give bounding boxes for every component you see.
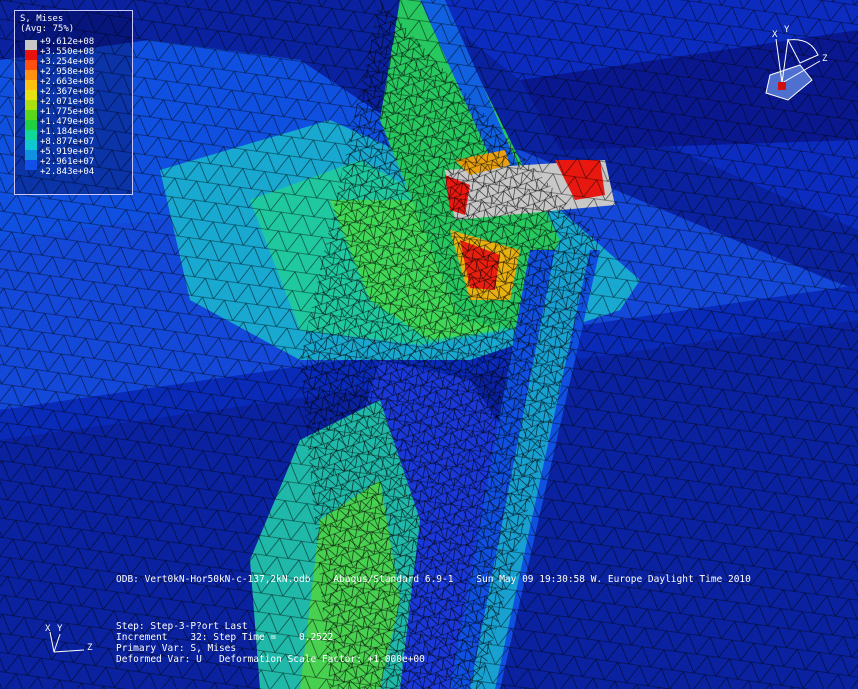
legend-value: +2.961e+07 bbox=[40, 157, 95, 167]
legend-value: +9.612e+08 bbox=[40, 37, 95, 47]
triad-z-label: Z bbox=[87, 643, 93, 653]
legend-swatch bbox=[25, 70, 37, 80]
legend-value: +2.843e+04 bbox=[40, 167, 95, 177]
legend-swatch bbox=[25, 60, 37, 70]
view-y-label: Y bbox=[784, 25, 790, 35]
primary-var-line: Primary Var: S, Mises bbox=[116, 643, 237, 654]
legend-swatch bbox=[25, 50, 37, 60]
deformed-var-line: Deformed Var: U Deformation Scale Factor… bbox=[116, 654, 425, 665]
legend-value: +2.367e+08 bbox=[40, 87, 95, 97]
view-x-label: X bbox=[772, 30, 778, 40]
legend-value: +3.254e+08 bbox=[40, 57, 95, 67]
axis-triad-icon: X Y Z bbox=[40, 622, 100, 662]
legend-swatch bbox=[25, 130, 37, 140]
contour-legend: S, Mises (Avg: 75%) +9.612e+08 +3.550e+08… bbox=[14, 10, 133, 195]
legend-swatch bbox=[25, 150, 37, 160]
legend-swatch bbox=[25, 100, 37, 110]
legend-swatch bbox=[25, 110, 37, 120]
odb-info-line: ODB: Vert0kN-Hor50kN-c-137,2kN.odb Abaqu… bbox=[116, 574, 751, 585]
triad-y-label: Y bbox=[57, 624, 63, 634]
legend-value: +2.663e+08 bbox=[40, 77, 95, 87]
legend-value: +2.958e+08 bbox=[40, 67, 95, 77]
view-orientation-icon: X Y Z bbox=[760, 25, 830, 105]
legend-subtitle: (Avg: 75%) bbox=[20, 24, 75, 34]
legend-swatch bbox=[25, 40, 37, 50]
legend-value: +3.550e+08 bbox=[40, 47, 95, 57]
view-z-label: Z bbox=[822, 54, 828, 64]
step-line: Step: Step-3-P?ort Last bbox=[116, 621, 248, 632]
legend-value: +1.184e+08 bbox=[40, 127, 95, 137]
legend-swatch bbox=[25, 80, 37, 90]
legend-value: +8.877e+07 bbox=[40, 137, 95, 147]
legend-value: +1.775e+08 bbox=[40, 107, 95, 117]
increment-line: Increment 32: Step Time = 0.2522 bbox=[116, 632, 334, 643]
legend-swatch bbox=[25, 120, 37, 130]
legend-value: +5.919e+07 bbox=[40, 147, 95, 157]
triad-x-label: X bbox=[45, 624, 51, 634]
legend-swatch bbox=[25, 140, 37, 150]
legend-value: +2.071e+08 bbox=[40, 97, 95, 107]
legend-swatch bbox=[25, 160, 37, 170]
legend-title: S, Mises bbox=[20, 14, 64, 24]
fem-viewport[interactable]: S, Mises (Avg: 75%) +9.612e+08 +3.550e+08… bbox=[0, 0, 858, 689]
legend-swatch bbox=[25, 90, 37, 100]
legend-value: +1.479e+08 bbox=[40, 117, 95, 127]
